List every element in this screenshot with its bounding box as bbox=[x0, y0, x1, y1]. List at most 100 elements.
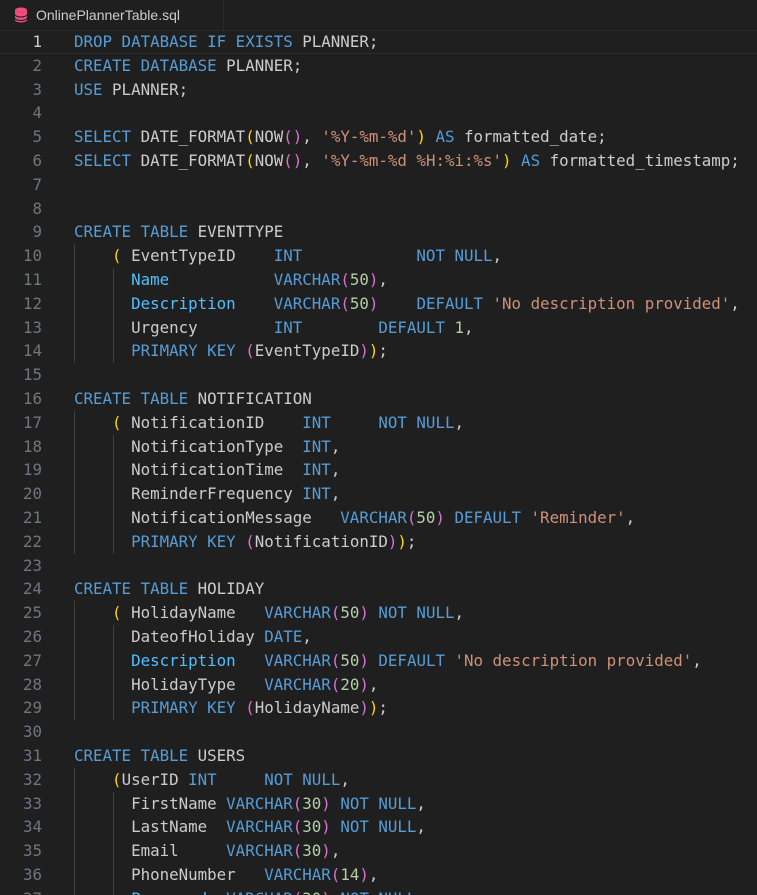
code-token: HOLIDAY bbox=[197, 579, 265, 599]
code-line[interactable]: 7 bbox=[0, 173, 757, 197]
code-token: DATE_FORMAT bbox=[140, 151, 246, 170]
code-line[interactable]: 3 USE PLANNER; bbox=[0, 78, 757, 102]
code-token: ( bbox=[330, 603, 341, 623]
code-line[interactable]: 16 CREATE TABLE NOTIFICATION bbox=[0, 387, 757, 411]
line-number: 28 bbox=[22, 674, 42, 694]
indent-guide bbox=[113, 625, 114, 721]
code-token: NOT NULL bbox=[416, 246, 493, 266]
line-number: 19 bbox=[22, 460, 42, 480]
code-token: INT bbox=[273, 246, 303, 266]
code-line[interactable]: 10 ( EventTypeID INT NOT NULL, bbox=[0, 244, 757, 268]
code-token: 30 bbox=[302, 841, 322, 861]
code-line[interactable]: 31 CREATE TABLE USERS bbox=[0, 744, 757, 768]
line-number: 13 bbox=[22, 317, 42, 337]
line-number: 35 bbox=[22, 841, 42, 861]
code-token: ) bbox=[368, 698, 379, 718]
code-token: ( bbox=[245, 127, 255, 147]
code-line[interactable]: 17 ( NotificationID INT NOT NULL, bbox=[0, 411, 757, 435]
code-token: ) bbox=[416, 127, 426, 147]
code-token: ( bbox=[245, 341, 255, 361]
code-token: VARCHAR bbox=[264, 603, 331, 623]
code-token: , bbox=[330, 436, 341, 456]
code-text: DROP DATABASE IF EXISTS PLANNER; bbox=[74, 30, 378, 54]
code-line[interactable]: 6 SELECT DATE_FORMAT(NOW(), '%Y-%m-%d %H:… bbox=[0, 149, 757, 173]
code-text: DateofHoliday DATE, bbox=[74, 625, 312, 649]
code-token: INT bbox=[302, 484, 331, 504]
code-line[interactable]: 5 SELECT DATE_FORMAT(NOW(), '%Y-%m-%d') A… bbox=[0, 125, 757, 149]
indent-guide bbox=[113, 434, 114, 554]
code-line[interactable]: 30 bbox=[0, 720, 757, 744]
code-token: ( bbox=[245, 531, 255, 551]
code-token: NOT NULL bbox=[378, 412, 455, 432]
code-token: ) bbox=[321, 889, 331, 895]
code-token: ( bbox=[112, 246, 122, 266]
code-line[interactable]: 9 CREATE TABLE EVENTTYPE bbox=[0, 220, 757, 244]
code-token: ; bbox=[378, 341, 388, 361]
line-number: 23 bbox=[22, 555, 42, 575]
code-line[interactable]: 23 bbox=[0, 554, 757, 578]
code-token: PhoneNumber bbox=[74, 865, 265, 884]
code-token: INT bbox=[273, 317, 303, 337]
code-token: 14 bbox=[340, 865, 360, 884]
code-token: Name bbox=[131, 270, 170, 289]
code-token: DATE_FORMAT bbox=[140, 127, 246, 147]
line-number: 11 bbox=[22, 270, 42, 289]
code-token: USE bbox=[74, 79, 113, 99]
code-text: CREATE TABLE EVENTTYPE bbox=[74, 220, 283, 244]
code-token: , bbox=[730, 293, 740, 313]
code-line[interactable]: 2 CREATE DATABASE PLANNER; bbox=[0, 54, 757, 78]
code-text: ( NotificationID INT NOT NULL, bbox=[74, 411, 464, 435]
code-token: INT bbox=[302, 436, 331, 456]
code-token: 'No description provided' bbox=[492, 293, 731, 313]
code-line[interactable]: 32 (UserID INT NOT NULL, bbox=[0, 768, 757, 792]
code-line[interactable]: 25 ( HolidayName VARCHAR(50) NOT NULL, bbox=[0, 601, 757, 625]
line-number: 9 bbox=[32, 222, 42, 242]
code-token: ReminderFrequency bbox=[74, 484, 303, 504]
code-token: ; bbox=[406, 531, 417, 551]
code-token: ) bbox=[359, 865, 369, 884]
code-line[interactable]: 8 bbox=[0, 197, 757, 221]
code-token: INT bbox=[302, 412, 331, 432]
code-token: , bbox=[368, 674, 379, 694]
code-token: PRIMARY KEY bbox=[131, 531, 246, 551]
tab-onlineplannertable-sql[interactable]: OnlinePlannerTable.sql bbox=[0, 0, 224, 30]
code-token: formatted_date; bbox=[464, 127, 607, 147]
code-token: Password bbox=[131, 889, 207, 895]
code-token: DEFAULT bbox=[378, 317, 455, 337]
line-number: 12 bbox=[22, 293, 42, 313]
line-number: 7 bbox=[32, 174, 42, 194]
code-token: CREATE TABLE bbox=[74, 579, 198, 599]
code-line[interactable]: 1 DROP DATABASE IF EXISTS PLANNER; bbox=[0, 30, 757, 54]
code-line[interactable]: 15 bbox=[0, 363, 757, 387]
line-number: 32 bbox=[22, 769, 42, 789]
code-token: ) bbox=[321, 841, 331, 861]
code-line[interactable]: 4 bbox=[0, 101, 757, 125]
code-editor[interactable]: 1 DROP DATABASE IF EXISTS PLANNER; 2 CREATE… bbox=[0, 30, 757, 895]
code-line[interactable]: 24 CREATE TABLE HOLIDAY bbox=[0, 577, 757, 601]
code-text: SELECT DATE_FORMAT(NOW(), '%Y-%m-%d') AS… bbox=[74, 125, 607, 149]
code-token: 30 bbox=[302, 817, 322, 837]
code-token: ( bbox=[330, 865, 341, 884]
code-token: AS bbox=[511, 151, 550, 170]
code-token: VARCHAR bbox=[264, 650, 331, 670]
code-token: ) bbox=[397, 531, 407, 551]
code-token: , bbox=[416, 793, 426, 813]
code-token: ( bbox=[340, 270, 350, 289]
code-text: PRIMARY KEY (NotificationID)); bbox=[74, 530, 416, 554]
code-token: INT bbox=[302, 460, 331, 480]
code-text: Password VARCHAR(30) NOT NULL bbox=[74, 887, 416, 895]
line-number: 8 bbox=[32, 198, 42, 218]
code-token: , bbox=[625, 508, 636, 527]
